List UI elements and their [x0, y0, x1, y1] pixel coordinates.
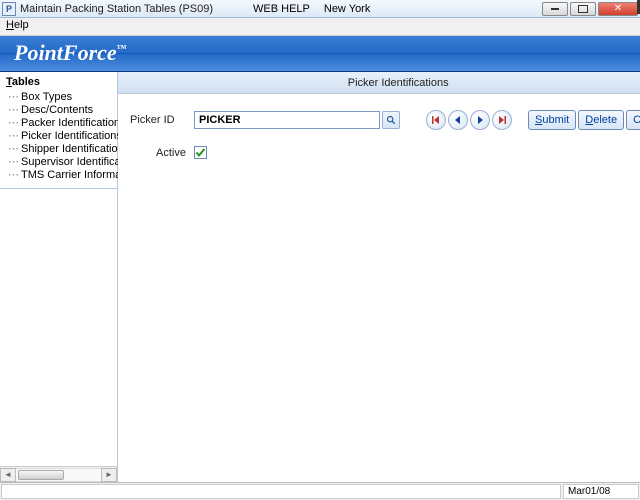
status-message	[1, 484, 561, 499]
clear-button[interactable]: Clear	[626, 110, 640, 130]
window-titlebar: P Maintain Packing Station Tables (PS09)…	[0, 0, 640, 18]
close-button[interactable]: ✕	[598, 2, 638, 16]
statusbar: Mar01/08	[0, 482, 640, 500]
sidebar-tree: ⋯Box Types ⋯Desc/Contents ⋯Packer Identi…	[0, 90, 117, 188]
app-icon: P	[2, 2, 16, 16]
sidebar-hscrollbar[interactable]: ◄ ►	[0, 466, 117, 482]
next-record-icon	[475, 115, 485, 125]
search-icon	[386, 115, 396, 125]
sidebar-item-shipper-id[interactable]: ⋯Shipper Identifications	[6, 143, 117, 156]
nav-first-button[interactable]	[426, 110, 446, 130]
sidebar-item-supervisor-id[interactable]: ⋯Supervisor Identifications	[6, 156, 117, 169]
sidebar-item-packer-id[interactable]: ⋯Packer Identifications	[6, 117, 117, 130]
prev-record-icon	[453, 115, 463, 125]
scroll-thumb[interactable]	[18, 470, 64, 480]
sidebar-item-desc-contents[interactable]: ⋯Desc/Contents	[6, 104, 117, 117]
webhelp-label[interactable]: WEB HELP	[253, 3, 310, 15]
scroll-right-icon[interactable]: ►	[101, 468, 117, 482]
menu-help[interactable]: Help	[6, 19, 29, 31]
delete-button[interactable]: Delete	[578, 110, 624, 130]
sidebar-item-tms-carrier[interactable]: ⋯TMS Carrier Information	[6, 169, 117, 182]
sidebar-title: Tables	[0, 72, 117, 90]
lookup-button[interactable]	[382, 111, 400, 129]
nav-last-button[interactable]	[492, 110, 512, 130]
minimize-button[interactable]	[542, 2, 568, 16]
content-pane: Picker Identifications Picker ID	[118, 72, 640, 482]
picker-id-input[interactable]	[194, 111, 380, 129]
first-record-icon	[431, 115, 441, 125]
sidebar: Tables ⋯Box Types ⋯Desc/Contents ⋯Packer…	[0, 72, 118, 482]
active-checkbox[interactable]	[194, 146, 207, 159]
checkmark-icon	[195, 147, 206, 158]
brand-logo: PointForce™	[14, 40, 127, 66]
brand-banner: PointForce™	[0, 36, 640, 72]
sidebar-item-picker-id[interactable]: ⋯Picker Identifications	[6, 130, 117, 143]
menubar: Help	[0, 18, 640, 36]
window-title: Maintain Packing Station Tables (PS09)	[20, 3, 213, 15]
maximize-button[interactable]	[570, 2, 596, 16]
nav-prev-button[interactable]	[448, 110, 468, 130]
content-header: Picker Identifications	[118, 72, 640, 94]
last-record-icon	[497, 115, 507, 125]
sidebar-item-box-types[interactable]: ⋯Box Types	[6, 91, 117, 104]
picker-id-label: Picker ID	[130, 114, 194, 126]
submit-button[interactable]: Submit	[528, 110, 576, 130]
location-label: New York	[324, 3, 370, 15]
nav-next-button[interactable]	[470, 110, 490, 130]
scroll-left-icon[interactable]: ◄	[0, 468, 16, 482]
status-date: Mar01/08	[563, 484, 639, 499]
active-label: Active	[130, 147, 194, 159]
